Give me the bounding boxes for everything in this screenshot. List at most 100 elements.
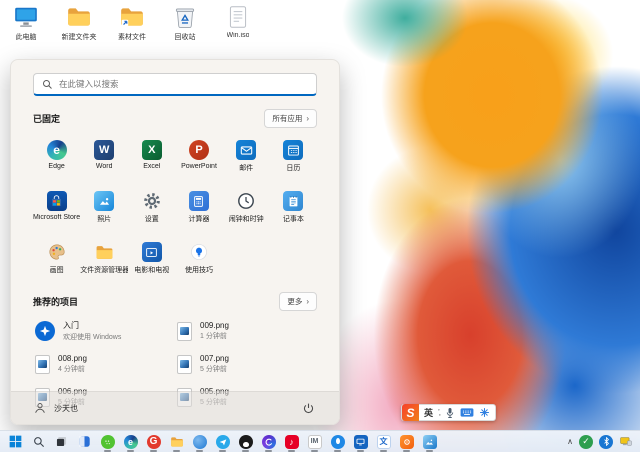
all-apps-button[interactable]: 所有应用 › [264,109,317,128]
pinned-app-file-explorer[interactable]: 文件资源管理器 [80,238,128,282]
pinned-app-calculator[interactable]: 计算器 [175,187,222,231]
pinned-app-notepad[interactable]: 记事本 [270,187,317,231]
desktop-icon-this-pc[interactable]: 此电脑 [4,4,48,42]
pinned-app-mail[interactable]: 邮件 [223,136,270,180]
ime-toolbox-icon[interactable] [479,407,490,418]
chevron-right-icon: › [306,114,309,123]
desktop-icon-folder-shortcut[interactable]: 素材文件 [110,4,154,42]
notepad-icon [283,191,303,211]
taskbar-search-button[interactable] [31,434,46,449]
word-icon: W [94,140,114,160]
paint-palette-icon [47,242,67,262]
user-name: 沙天也 [54,403,78,414]
g-app-icon[interactable]: G [146,434,161,449]
user-avatar-icon [33,401,47,415]
pinned-app-movies-tv[interactable]: 电影和电视 [128,238,175,282]
search-icon [42,79,53,90]
lamp-app-icon[interactable] [330,434,345,449]
desktop-icon-iso-file[interactable]: Win.iso [216,4,260,42]
recommended-header: 推荐的项目 [33,295,78,308]
ime-punctuation-indicator[interactable]: ’, [438,408,440,417]
pinned-app-tips[interactable]: 使用技巧 [175,238,222,282]
pinned-app-powerpoint[interactable]: P PowerPoint [175,136,222,180]
tips-bulb-icon [189,242,209,262]
orange-app-icon[interactable] [399,434,414,449]
chevron-right-icon: › [306,297,309,306]
more-label: 更多 [287,296,302,307]
recommended-item-get-started[interactable]: 入门欢迎使用 Windows [33,318,175,344]
more-button[interactable]: 更多 › [279,292,317,311]
widgets-button[interactable] [77,434,92,449]
desktop-icon-label: 回收站 [175,32,196,42]
movies-tv-icon [142,242,162,262]
sogou-logo-icon[interactable]: S [402,404,419,421]
desktop-icon-label: 素材文件 [118,32,146,42]
document-icon [225,4,251,30]
all-apps-label: 所有应用 [272,113,302,124]
im-app-icon[interactable]: IM [307,434,322,449]
swirl-browser-app-icon[interactable] [261,434,276,449]
store-icon [47,191,67,211]
image-file-icon [177,322,192,341]
tray-overflow-chevron-icon[interactable]: ∧ [567,437,573,446]
pinned-app-alarms-clock[interactable]: 闹钟和时钟 [223,187,270,231]
excel-icon: X [142,140,162,160]
pinned-app-excel[interactable]: X Excel [128,136,175,180]
ime-bar[interactable]: S 英 ’, [401,404,496,421]
taskbar: e G ♪ IM 文 ∧ ✓ [0,430,640,452]
soft-keyboard-icon[interactable] [460,407,474,418]
search-input[interactable] [59,79,308,89]
file-explorer-icon[interactable] [169,434,184,449]
system-tray: ∧ ✓ [567,435,632,449]
pinned-app-paint[interactable]: 画图 [33,238,80,282]
start-menu-footer: 沙天也 [11,391,339,424]
start-button[interactable] [8,434,23,449]
pinned-app-photos[interactable]: 照片 [80,187,128,231]
image-file-icon [177,355,192,374]
pinned-app-edge[interactable]: e Edge [33,136,80,180]
task-view-button[interactable] [54,434,69,449]
photos-app-icon[interactable] [422,434,437,449]
microphone-icon[interactable] [445,407,455,419]
bluetooth-icon[interactable] [599,435,613,449]
remote-desktop-app-icon[interactable] [353,434,368,449]
recommended-item-file[interactable]: 008.png4 分钟前 [33,351,175,377]
recommended-item-file[interactable]: 007.png5 分钟前 [175,351,317,377]
desktop-icon-folder[interactable]: 新建文件夹 [57,4,101,42]
file-explorer-icon [94,242,114,262]
ime-language-mode[interactable]: 英 [424,406,433,419]
recommended-item-file[interactable]: 009.png1 分钟前 [175,318,317,344]
folder-shortcut-icon [119,4,145,30]
pinned-apps-grid: e Edge W Word X Excel P PowerPoint 邮件 [33,136,317,282]
mail-icon [236,140,256,160]
paperplane-app-icon[interactable] [215,434,230,449]
desktop-icon-label: 此电脑 [16,32,37,42]
settings-gear-icon [142,191,162,211]
photos-icon [94,191,114,211]
edge-icon[interactable]: e [123,434,138,449]
pinned-app-word[interactable]: W Word [80,136,128,180]
edge-icon: e [47,140,67,160]
calculator-icon [189,191,209,211]
tray-pc-icon[interactable] [619,435,632,448]
pinned-app-settings[interactable]: 设置 [128,187,175,231]
start-search-box[interactable] [33,73,317,96]
tray-sync-icon[interactable]: ✓ [579,435,593,449]
music-app-icon[interactable]: ♪ [284,434,299,449]
qq-icon[interactable] [238,434,253,449]
powerpoint-icon: P [189,140,209,160]
pinned-app-calendar[interactable]: 日历 [270,136,317,180]
pinned-header: 已固定 [33,112,60,125]
pinned-app-store[interactable]: Microsoft Store [33,187,80,231]
cloud-app-icon[interactable] [192,434,207,449]
start-menu: 已固定 所有应用 › e Edge W Word X Excel [10,59,340,425]
clock-icon [236,191,256,211]
wechat-icon[interactable] [100,434,115,449]
translate-app-icon[interactable]: 文 [376,434,391,449]
desktop-icons: 此电脑 新建文件夹 素材文件 回收站 Win.iso [4,4,260,42]
user-profile-button[interactable]: 沙天也 [33,401,78,415]
desktop-icon-recycle-bin[interactable]: 回收站 [163,4,207,42]
folder-icon [66,4,92,30]
power-button[interactable] [300,400,317,417]
taskbar-apps: e G ♪ IM 文 [0,434,437,449]
